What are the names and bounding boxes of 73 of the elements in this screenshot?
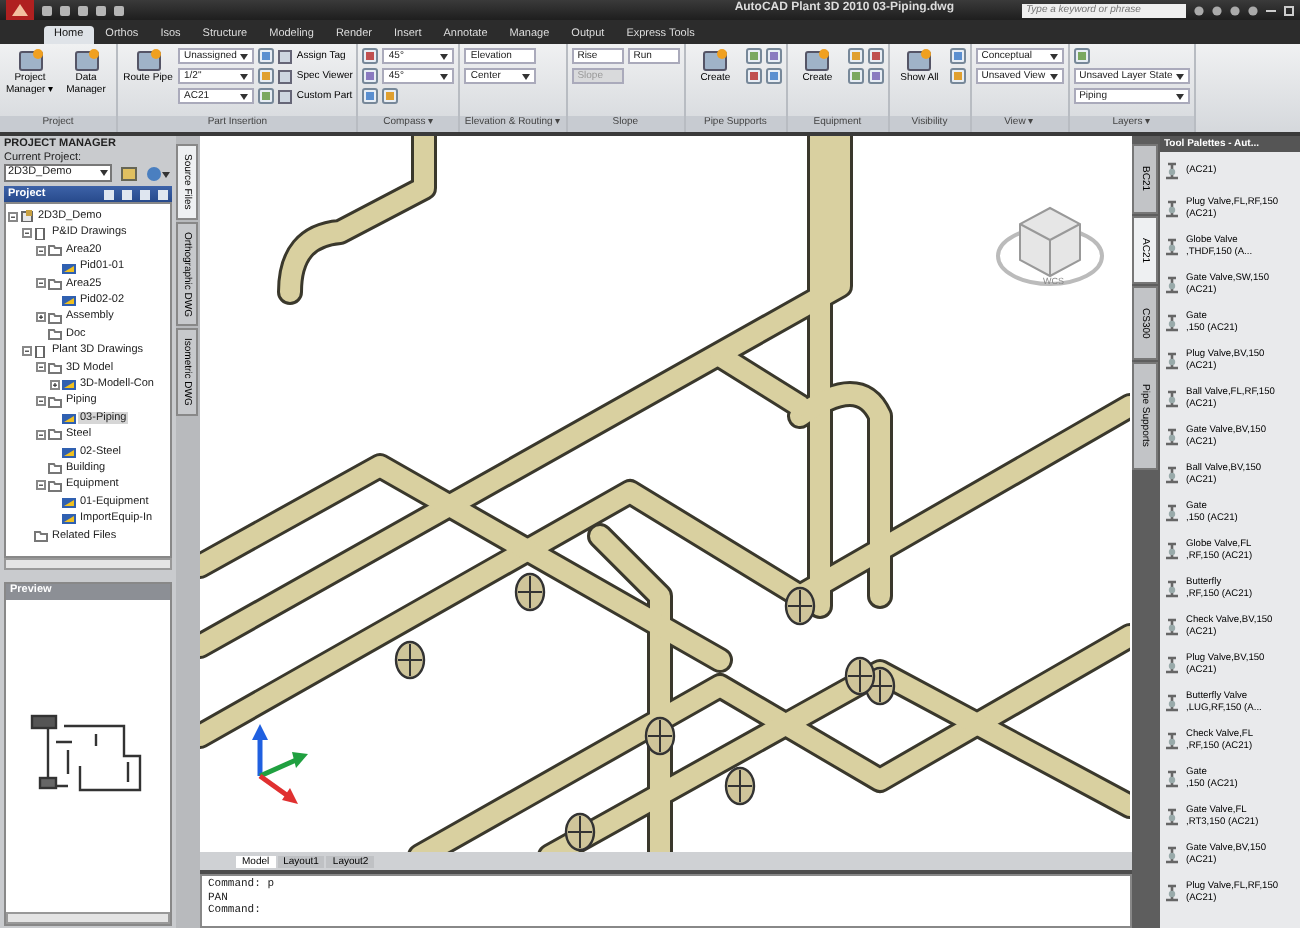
valve-icon <box>1162 541 1182 561</box>
valve-icon <box>1162 807 1182 827</box>
caret-icon <box>240 93 249 99</box>
caret-icon <box>440 73 449 79</box>
tool-icon <box>73 48 99 72</box>
drawing-icon <box>62 512 76 525</box>
valve-icon <box>1162 161 1182 181</box>
collapse-icon[interactable] <box>36 245 46 256</box>
caret-icon <box>100 170 108 177</box>
valve-icon <box>1162 313 1182 333</box>
folder-icon <box>48 395 62 408</box>
collapse-icon[interactable] <box>36 396 46 407</box>
valve-icon <box>1162 883 1182 903</box>
valve-icon <box>1162 617 1182 637</box>
document-icon <box>34 345 48 357</box>
tool-icon <box>804 48 831 72</box>
folder-icon <box>48 428 62 441</box>
collapse-icon[interactable] <box>36 480 46 491</box>
caret-icon <box>522 73 531 79</box>
document-icon <box>34 227 48 240</box>
drawing-icon <box>62 261 76 274</box>
tool-icon <box>135 48 161 72</box>
project-icon[interactable] <box>120 165 138 182</box>
valve-icon <box>1162 465 1182 485</box>
collapse-icon[interactable] <box>36 429 46 440</box>
drawing-icon <box>62 294 76 307</box>
caret-icon <box>440 53 449 59</box>
valve-icon <box>1162 769 1182 789</box>
drawing-icon <box>62 496 76 509</box>
caret-icon <box>240 73 249 79</box>
caret-icon <box>1176 73 1185 79</box>
valve-icon <box>1162 845 1182 865</box>
collapse-icon[interactable] <box>36 362 46 373</box>
folder-icon <box>48 361 62 374</box>
valve-icon <box>1162 731 1182 751</box>
valve-icon <box>1162 655 1182 675</box>
valve-icon <box>1162 427 1182 447</box>
valve-icon <box>1162 579 1182 599</box>
folder-icon <box>20 210 34 223</box>
tool-icon <box>17 48 43 72</box>
tool-icon[interactable] <box>1073 48 1090 64</box>
caret-icon <box>1049 53 1058 59</box>
scrollbar[interactable] <box>6 912 170 924</box>
globe-icon[interactable] <box>146 165 170 182</box>
tool-icon <box>906 48 933 72</box>
folder-icon <box>48 277 62 290</box>
drawing-icon <box>62 445 76 458</box>
scrollbar[interactable] <box>4 558 172 571</box>
tool-icon <box>702 48 729 72</box>
valve-icon <box>1162 199 1182 219</box>
collapse-icon[interactable] <box>36 278 46 289</box>
expand-icon[interactable] <box>50 379 60 390</box>
valve-icon <box>1162 237 1182 257</box>
valve-icon <box>1162 389 1182 409</box>
caret-icon <box>1176 93 1185 99</box>
expand-icon[interactable] <box>36 312 46 323</box>
application-menu-icon[interactable] <box>6 0 34 20</box>
folder-icon <box>34 529 48 542</box>
caret-icon <box>240 53 249 59</box>
maximize-icon[interactable] <box>1284 5 1294 15</box>
valve-icon <box>1162 275 1182 295</box>
valve-icon <box>1162 693 1182 713</box>
folder-icon <box>48 244 62 257</box>
ucs-axes-icon <box>252 724 308 804</box>
valve-icon <box>1162 351 1182 371</box>
drawing-icon <box>62 378 76 391</box>
collapse-icon[interactable] <box>22 228 32 239</box>
valve-icon <box>1162 503 1182 523</box>
viewcube-drawing[interactable] <box>996 206 1104 286</box>
collapse-icon[interactable] <box>8 211 18 222</box>
collapse-icon[interactable] <box>22 346 32 356</box>
drawing-icon <box>62 412 76 425</box>
caret-icon <box>1049 73 1058 79</box>
